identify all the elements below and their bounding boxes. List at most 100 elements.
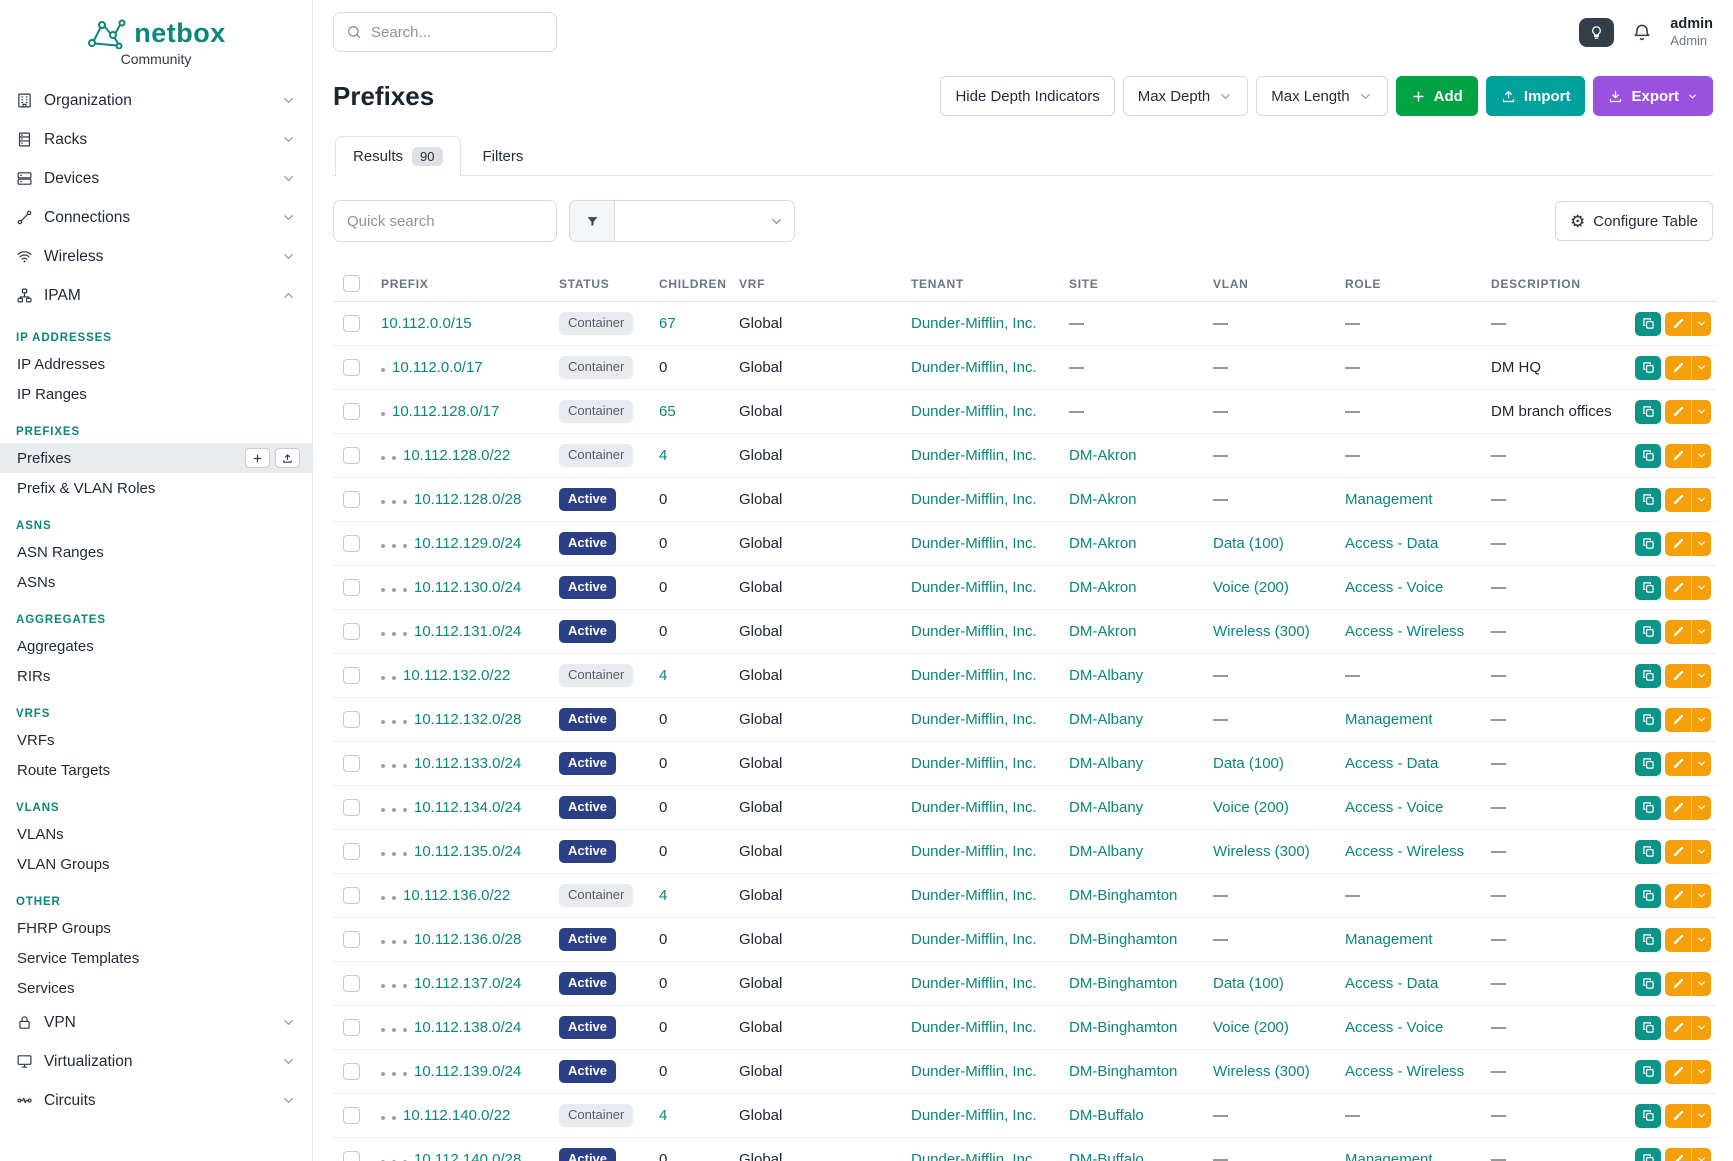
column-header-status[interactable]: STATUS: [549, 266, 649, 302]
role-link[interactable]: Management: [1345, 931, 1433, 948]
sidebar-item-prefix-vlan-roles[interactable]: Prefix & VLAN Roles: [0, 473, 312, 503]
role-link[interactable]: Access - Data: [1345, 535, 1438, 552]
site-link[interactable]: DM-Albany: [1069, 667, 1143, 684]
edit-dropdown-button[interactable]: [1691, 620, 1711, 644]
edit-button[interactable]: [1665, 664, 1691, 688]
prefix-link[interactable]: 10.112.139.0/24: [414, 1063, 521, 1080]
prefix-link[interactable]: 10.112.140.0/28: [414, 1151, 521, 1161]
vlan-link[interactable]: Data (100): [1213, 975, 1284, 992]
tenant-link[interactable]: Dunder-Mifflin, Inc.: [911, 1063, 1037, 1080]
edit-button[interactable]: [1665, 400, 1691, 424]
saved-filter-select[interactable]: [615, 200, 795, 242]
edit-dropdown-button[interactable]: [1691, 1104, 1711, 1128]
clone-button[interactable]: [1635, 312, 1661, 336]
tenant-link[interactable]: Dunder-Mifflin, Inc.: [911, 887, 1037, 904]
sidebar-item-ipam[interactable]: IPAM: [0, 276, 312, 315]
clone-button[interactable]: [1635, 664, 1661, 688]
clone-button[interactable]: [1635, 796, 1661, 820]
row-checkbox[interactable]: [343, 315, 360, 332]
edit-button[interactable]: [1665, 708, 1691, 732]
prefix-link[interactable]: 10.112.132.0/28: [414, 711, 521, 728]
select-all-checkbox[interactable]: [343, 275, 360, 292]
edit-button[interactable]: [1665, 1104, 1691, 1128]
role-link[interactable]: Management: [1345, 711, 1433, 728]
tenant-link[interactable]: Dunder-Mifflin, Inc.: [911, 1019, 1037, 1036]
import-button[interactable]: Import: [1486, 76, 1586, 116]
tenant-link[interactable]: Dunder-Mifflin, Inc.: [911, 711, 1037, 728]
edit-button[interactable]: [1665, 928, 1691, 952]
edit-button[interactable]: [1665, 576, 1691, 600]
edit-dropdown-button[interactable]: [1691, 576, 1711, 600]
vlan-link[interactable]: Voice (200): [1213, 799, 1289, 816]
global-search[interactable]: [333, 12, 557, 52]
role-link[interactable]: Management: [1345, 1151, 1433, 1161]
clone-button[interactable]: [1635, 972, 1661, 996]
column-header-role[interactable]: ROLE: [1335, 266, 1481, 302]
filter-button[interactable]: [569, 200, 615, 242]
vlan-link[interactable]: Data (100): [1213, 755, 1284, 772]
edit-dropdown-button[interactable]: [1691, 884, 1711, 908]
column-header-site[interactable]: SITE: [1059, 266, 1203, 302]
sidebar-item-vlans[interactable]: VLANs: [0, 819, 312, 849]
edit-button[interactable]: [1665, 532, 1691, 556]
prefix-link[interactable]: 10.112.140.0/22: [403, 1107, 510, 1124]
max-length-dropdown[interactable]: Max Length: [1256, 76, 1387, 116]
clone-button[interactable]: [1635, 1148, 1661, 1161]
sidebar-item-circuits[interactable]: Circuits: [0, 1081, 312, 1120]
row-checkbox[interactable]: [343, 931, 360, 948]
global-search-input[interactable]: [371, 24, 544, 41]
user-menu[interactable]: admin Admin: [1670, 15, 1713, 49]
row-checkbox[interactable]: [343, 535, 360, 552]
edit-button[interactable]: [1665, 312, 1691, 336]
edit-dropdown-button[interactable]: [1691, 312, 1711, 336]
clone-button[interactable]: [1635, 928, 1661, 952]
edit-dropdown-button[interactable]: [1691, 1148, 1711, 1161]
prefix-link[interactable]: 10.112.0.0/17: [392, 359, 483, 376]
row-checkbox[interactable]: [343, 579, 360, 596]
max-depth-dropdown[interactable]: Max Depth: [1123, 76, 1249, 116]
children-count-link[interactable]: 67: [659, 315, 676, 332]
edit-button[interactable]: [1665, 356, 1691, 380]
tenant-link[interactable]: Dunder-Mifflin, Inc.: [911, 799, 1037, 816]
prefix-link[interactable]: 10.112.128.0/22: [403, 447, 510, 464]
edit-button[interactable]: [1665, 796, 1691, 820]
edit-button[interactable]: [1665, 1060, 1691, 1084]
site-link[interactable]: DM-Akron: [1069, 447, 1137, 464]
site-link[interactable]: DM-Akron: [1069, 535, 1137, 552]
tenant-link[interactable]: Dunder-Mifflin, Inc.: [911, 1151, 1037, 1161]
clone-button[interactable]: [1635, 840, 1661, 864]
vlan-link[interactable]: Wireless (300): [1213, 1063, 1310, 1080]
row-checkbox[interactable]: [343, 1151, 360, 1161]
tenant-link[interactable]: Dunder-Mifflin, Inc.: [911, 535, 1037, 552]
sidebar-item-fhrp-groups[interactable]: FHRP Groups: [0, 913, 312, 943]
sidebar-item-asn-ranges[interactable]: ASN Ranges: [0, 537, 312, 567]
clone-button[interactable]: [1635, 576, 1661, 600]
export-button[interactable]: Export: [1593, 76, 1713, 116]
prefix-link[interactable]: 10.112.128.0/28: [414, 491, 521, 508]
row-checkbox[interactable]: [343, 887, 360, 904]
sidebar-item-vrfs[interactable]: VRFs: [0, 725, 312, 755]
column-header-prefix[interactable]: PREFIX: [371, 266, 549, 302]
children-count-link[interactable]: 4: [659, 1107, 667, 1124]
tenant-link[interactable]: Dunder-Mifflin, Inc.: [911, 843, 1037, 860]
prefix-link[interactable]: 10.112.136.0/28: [414, 931, 521, 948]
tenant-link[interactable]: Dunder-Mifflin, Inc.: [911, 579, 1037, 596]
add-button[interactable]: Add: [1396, 76, 1478, 116]
clone-button[interactable]: [1635, 1104, 1661, 1128]
children-count-link[interactable]: 4: [659, 887, 667, 904]
row-checkbox[interactable]: [343, 843, 360, 860]
edit-dropdown-button[interactable]: [1691, 1060, 1711, 1084]
bell-icon[interactable]: [1632, 22, 1652, 42]
quick-search-input[interactable]: [333, 200, 557, 242]
edit-dropdown-button[interactable]: [1691, 444, 1711, 468]
column-header-tenant[interactable]: TENANT: [901, 266, 1059, 302]
site-link[interactable]: DM-Binghamton: [1069, 887, 1177, 904]
row-checkbox[interactable]: [343, 711, 360, 728]
role-link[interactable]: Access - Voice: [1345, 579, 1443, 596]
row-checkbox[interactable]: [343, 799, 360, 816]
tenant-link[interactable]: Dunder-Mifflin, Inc.: [911, 1107, 1037, 1124]
column-header-vrf[interactable]: VRF: [729, 266, 901, 302]
prefix-link[interactable]: 10.112.130.0/24: [414, 579, 521, 596]
prefix-link[interactable]: 10.112.136.0/22: [403, 887, 510, 904]
edit-button[interactable]: [1665, 884, 1691, 908]
